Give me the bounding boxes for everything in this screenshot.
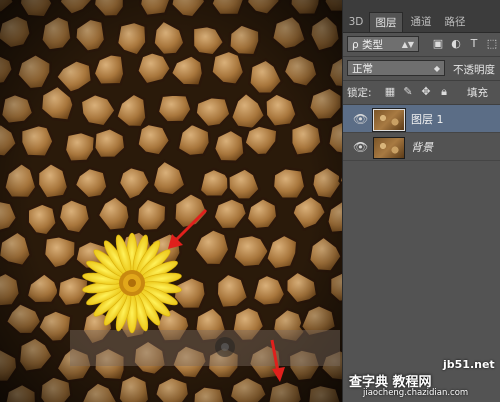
layer-name: 背景 [411,141,433,154]
adjustment-filter-icon[interactable]: ◐ [449,37,463,51]
tab-channels[interactable]: 通道 [405,12,437,32]
eye-icon[interactable]: 👁︎ [353,112,368,126]
chevron-down-icon: ◆ [433,64,440,73]
layer-row-background[interactable]: 👁︎ 背景 [343,133,500,161]
watermark-url: jiaocheng.chazidian.com [363,388,469,398]
lock-transparent-icon[interactable]: ▦ [383,85,397,99]
layer-thumbnail [372,108,406,132]
blend-mode-value: 正常 [352,63,373,75]
watermark-site: jb51.net [443,358,495,371]
layer-row-layer-1[interactable]: 👁︎ 图层 1 [343,105,500,133]
lock-label: 锁定: [347,87,372,99]
document-canvas[interactable] [0,0,342,402]
watermark-blur-band [70,330,340,366]
panel-tab-bar: 3D 图层 通道 路径 [343,0,500,33]
lock-row: 锁定: ▦ ✎ ✥ 🔒︎ 填充 [343,82,500,102]
filter-label: ρ 类型 [352,39,384,51]
type-filter-icon[interactable]: T [467,37,481,51]
layer-filter-select[interactable]: ρ 类型 ▲▼ [347,36,419,52]
lock-brush-icon[interactable]: ✎ [401,85,415,99]
layer-thumbnail [373,137,405,159]
lock-all-icon[interactable]: 🔒︎ [437,85,451,99]
layer-name: 图层 1 [411,113,444,126]
eye-icon[interactable]: 👁︎ [353,140,368,154]
layers-panel: 3D 图层 通道 路径 ρ 类型 ▲▼ ▣ ◐ T ⬚ 正常 ◆ 不透明度 锁定… [342,0,500,402]
blend-row: 正常 ◆ 不透明度 [343,58,500,78]
tab-paths[interactable]: 路径 [439,12,471,32]
tab-3d[interactable]: 3D [345,12,367,32]
layer-filter-row: ρ 类型 ▲▼ ▣ ◐ T ⬚ [343,34,500,54]
chevron-down-icon: ▲▼ [401,40,414,49]
tab-layers[interactable]: 图层 [369,12,403,32]
blend-mode-select[interactable]: 正常 ◆ [347,60,445,76]
fill-label: 填充 [467,87,488,99]
lock-move-icon[interactable]: ✥ [419,85,433,99]
pixel-filter-icon[interactable]: ▣ [431,37,445,51]
shape-filter-icon[interactable]: ⬚ [485,37,499,51]
opacity-label: 不透明度 [453,64,495,76]
cracked-earth-image [0,0,342,402]
